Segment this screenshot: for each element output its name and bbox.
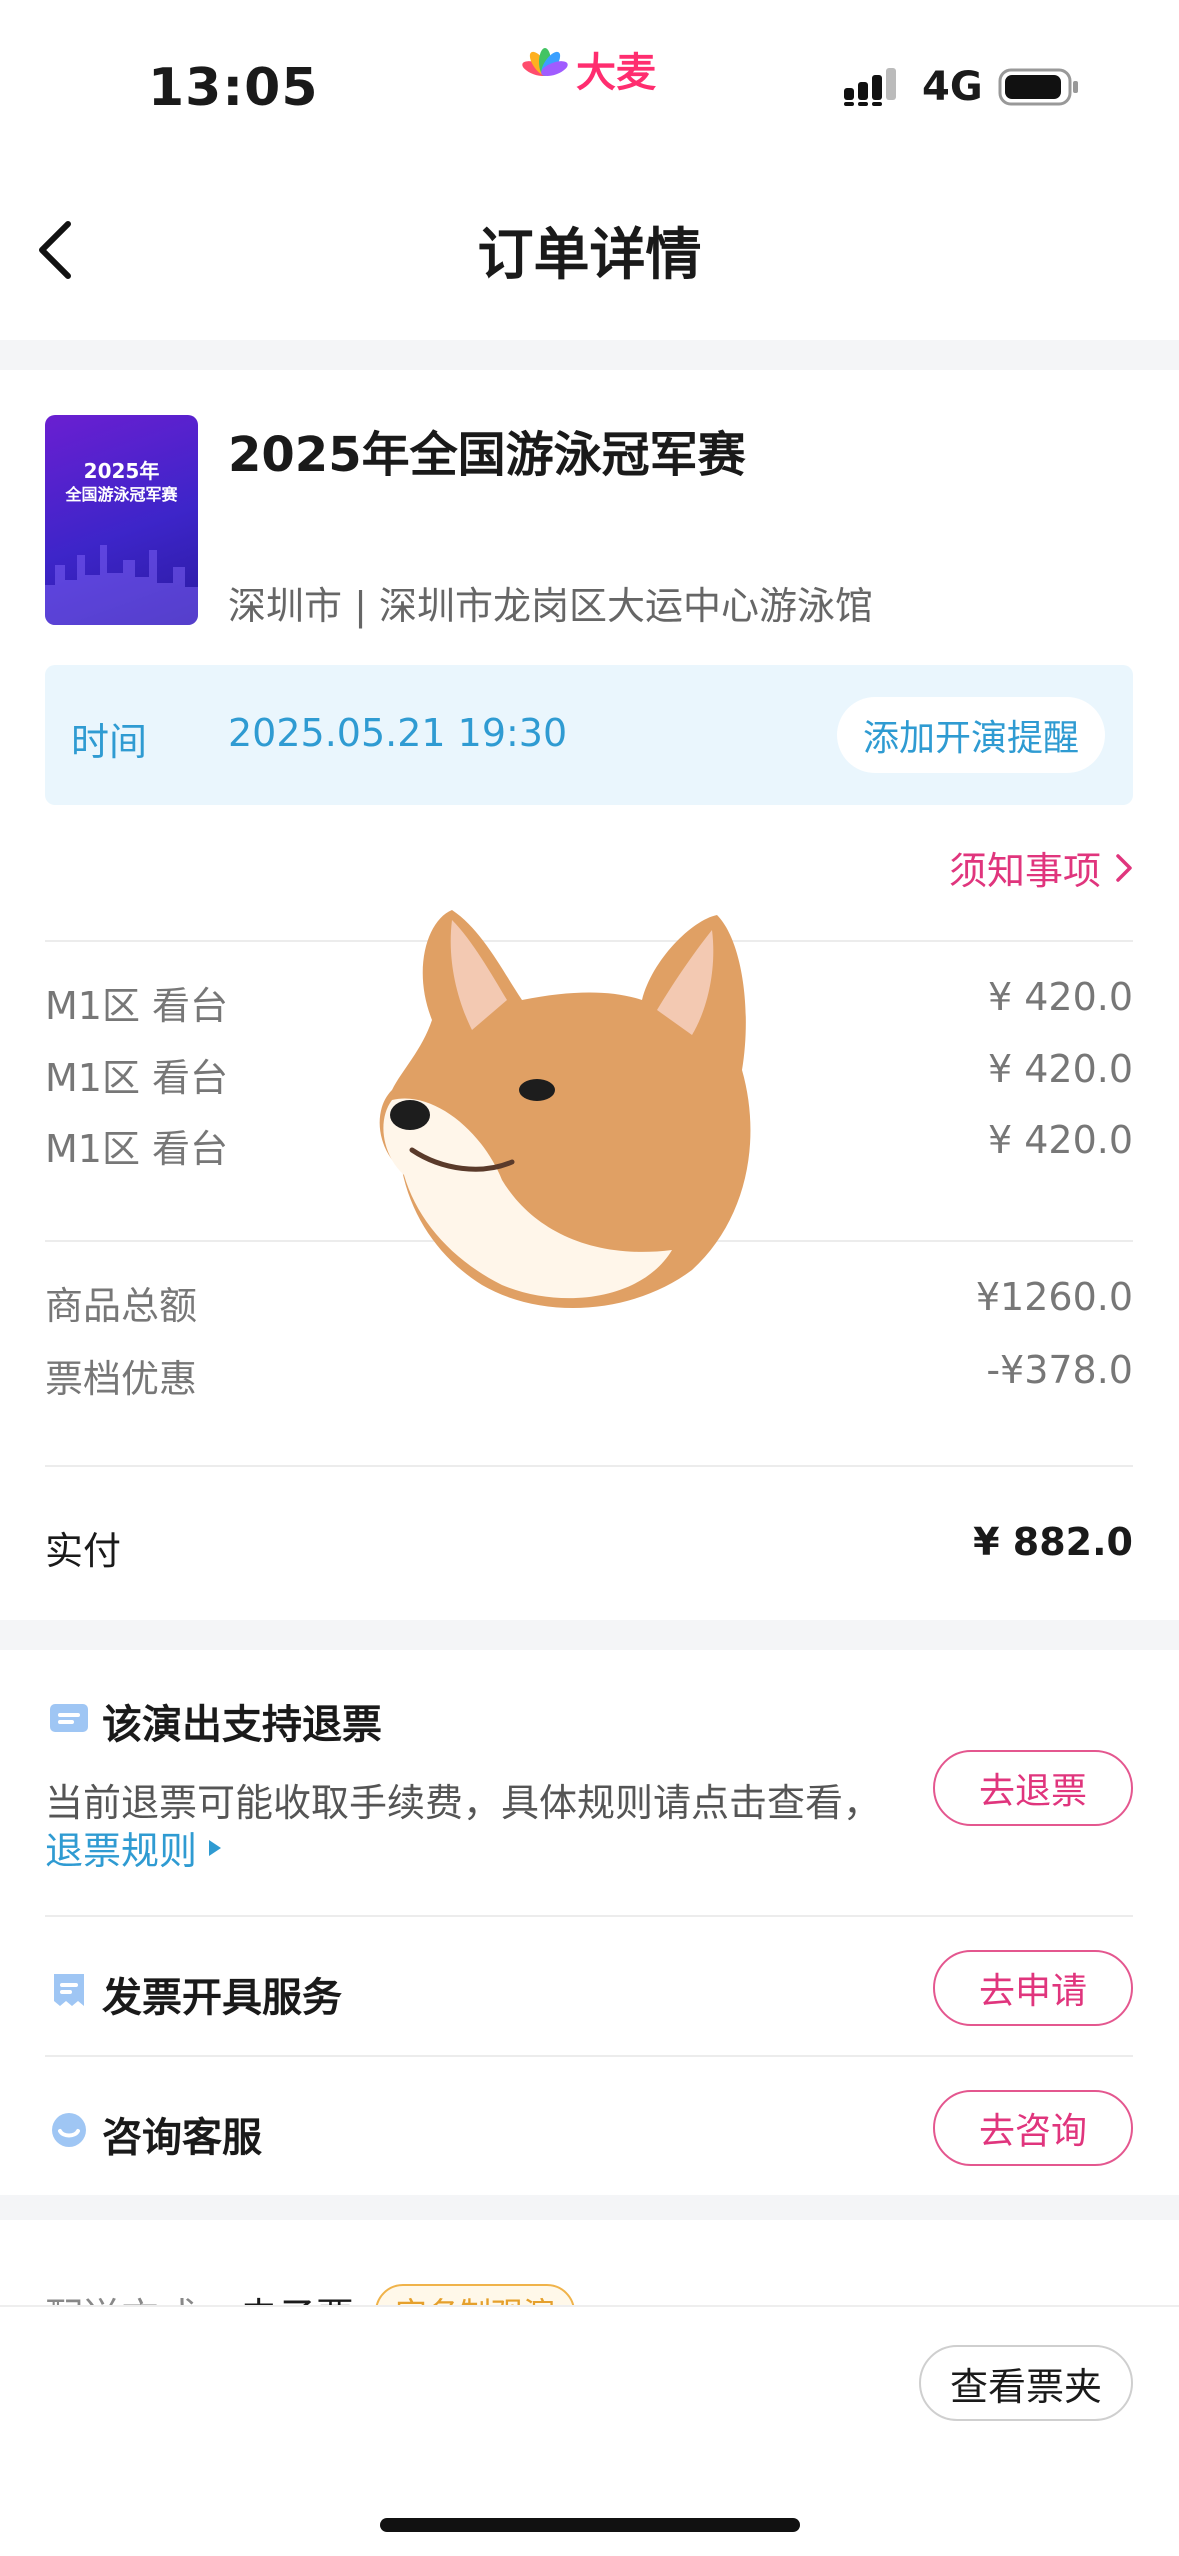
- bottom-action-bar: 查看票夹: [0, 2305, 1179, 2556]
- customer-service-icon: [52, 2113, 86, 2147]
- refund-button[interactable]: 去退票: [933, 1750, 1133, 1826]
- ticket-name: M1区 看台: [45, 1056, 229, 1100]
- paid-row: 实付 ¥ 882.0: [45, 1520, 1133, 1575]
- battery-icon: [998, 68, 1078, 106]
- poster-skyline: [45, 545, 198, 625]
- divider: [45, 1915, 1133, 1917]
- discount-value: -¥378.0: [986, 1348, 1133, 1392]
- discount-label: 票档优惠: [45, 1357, 198, 1401]
- event-venue: 深圳市 | 深圳市龙岗区大运中心游泳馆: [228, 584, 873, 628]
- home-indicator[interactable]: [380, 2518, 800, 2532]
- page-title: 订单详情: [477, 223, 702, 288]
- status-time: 13:05: [148, 58, 319, 118]
- invoice-icon: [54, 1974, 84, 2006]
- refund-rules-link[interactable]: 退票规则: [45, 1820, 223, 1875]
- divider: [45, 1465, 1133, 1467]
- app-logo-text: 大麦: [576, 50, 656, 96]
- signal-icon: [844, 68, 896, 106]
- refund-title: 该演出支持退票: [102, 1702, 382, 1748]
- subtotal-label: 商品总额: [45, 1284, 198, 1328]
- network-type: 4G: [922, 64, 983, 110]
- event-time-label: 时间: [71, 720, 148, 764]
- add-reminder-button[interactable]: 添加开演提醒: [837, 697, 1105, 773]
- paid-value: ¥ 882.0: [973, 1520, 1133, 1564]
- status-bar: 13:05 大麦 4G: [0, 0, 1179, 170]
- notice-link-label: 须知事项: [948, 849, 1101, 893]
- services-card: 该演出支持退票 当前退票可能收取手续费，具体规则请点击查看， 退票规则 去退票 …: [0, 1650, 1179, 2195]
- event-time-panel: 时间 2025.05.21 19:30 添加开演提醒: [45, 665, 1133, 805]
- ticket-price: ¥ 420.0: [987, 975, 1133, 1019]
- support-title: 咨询客服: [102, 2115, 262, 2161]
- ticket-name: M1区 看台: [45, 1127, 229, 1171]
- event-title[interactable]: 2025年全国游泳冠军赛: [228, 415, 746, 485]
- app-logo: 大麦: [520, 40, 656, 98]
- poster-year: 2025年: [83, 459, 160, 483]
- invoice-apply-button[interactable]: 去申请: [933, 1950, 1133, 2026]
- paid-label: 实付: [45, 1529, 122, 1573]
- caret-right-icon: [209, 1839, 222, 1856]
- event-time-value: 2025.05.21 19:30: [228, 711, 568, 755]
- invoice-title: 发票开具服务: [102, 1975, 342, 2021]
- poster-title: 全国游泳冠军赛: [65, 485, 178, 504]
- ticket-name: M1区 看台: [45, 984, 229, 1028]
- nav-bar: 订单详情: [0, 170, 1179, 340]
- notice-link[interactable]: 须知事项: [949, 840, 1133, 895]
- subtotal-value: ¥1260.0: [975, 1275, 1133, 1319]
- ticket-price: ¥ 420.0: [987, 1047, 1133, 1091]
- refund-ticket-icon: [50, 1704, 88, 1732]
- shiba-sticker-image: [379, 910, 751, 1308]
- divider: [45, 2055, 1133, 2057]
- view-ticket-wallet-button[interactable]: 查看票夹: [919, 2345, 1133, 2421]
- ticket-price: ¥ 420.0: [987, 1118, 1133, 1162]
- support-consult-button[interactable]: 去咨询: [933, 2090, 1133, 2166]
- refund-rules-label: 退票规则: [45, 1829, 198, 1873]
- discount-row: 票档优惠 -¥378.0: [45, 1348, 1133, 1403]
- chevron-right-icon: [1116, 853, 1132, 882]
- refund-description: 当前退票可能收取手续费，具体规则请点击查看，: [45, 1781, 882, 1825]
- event-poster[interactable]: 2025年 全国游泳冠军赛: [45, 415, 198, 625]
- damai-logo-icon: [522, 48, 568, 76]
